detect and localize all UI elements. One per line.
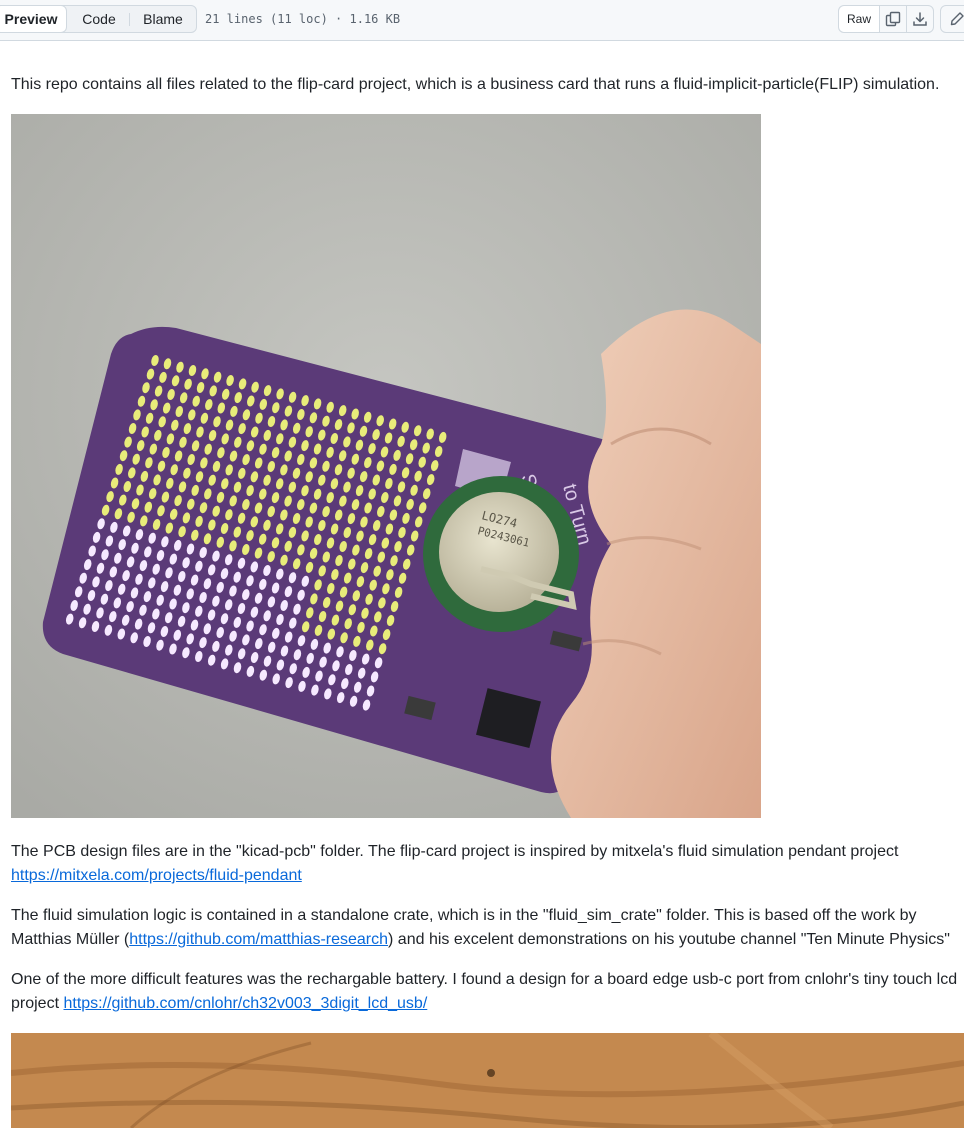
cnlohr-usb-link[interactable]: https://github.com/cnlohr/ch32v003_3digi… [63,995,427,1012]
tab-divider [129,13,130,26]
fluid-pendant-link[interactable]: https://mitxela.com/projects/fluid-penda… [11,867,302,884]
file-meta: 21 lines (11 loc) · 1.16 KB [205,12,401,26]
raw-button[interactable]: Raw [839,6,879,32]
file-toolbar: Preview Code Blame 21 lines (11 loc) · 1… [0,0,964,41]
sim-paragraph: The fluid simulation logic is contained … [11,904,956,952]
sim-text-b: ) and his excelent demonstrations on his… [388,931,950,948]
edit-file-button[interactable] [940,5,964,33]
file-actions: Raw [838,5,934,33]
tab-blame[interactable]: Blame [134,6,192,32]
flip-card-photo: Shake to Turn On LO274 P0243061 [11,114,761,818]
tab-preview[interactable]: Preview [0,5,67,33]
tab-code[interactable]: Code [71,6,127,32]
copy-raw-button[interactable] [879,6,906,32]
pencil-icon [950,12,964,26]
view-mode-switcher: Preview Code Blame [0,5,197,33]
wood-texture [11,1033,964,1128]
flip-card-illustration: Shake to Turn On LO274 P0243061 [11,114,761,818]
pcb-paragraph: The PCB design files are in the "kicad-p… [11,840,941,888]
download-icon [913,12,927,26]
copy-icon [885,11,901,27]
matthias-research-link[interactable]: https://github.com/matthias-research [129,931,388,948]
wood-table-photo [11,1033,964,1128]
coin-cell-battery [439,492,559,612]
download-raw-button[interactable] [906,6,933,32]
pcb-text: The PCB design files are in the "kicad-p… [11,843,899,860]
intro-paragraph: This repo contains all files related to … [11,76,940,93]
battery-paragraph: One of the more difficult features was t… [11,968,961,1016]
